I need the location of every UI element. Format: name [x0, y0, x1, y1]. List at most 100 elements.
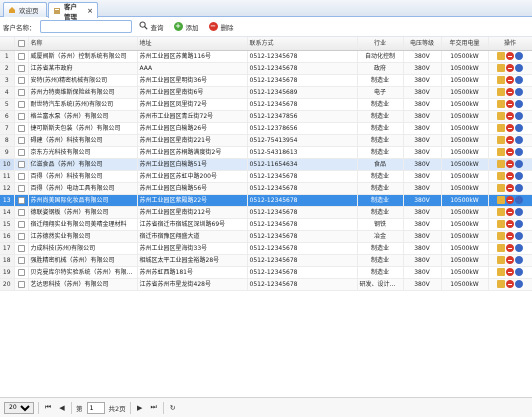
delete-row-icon[interactable] [506, 244, 514, 252]
column-voltage[interactable]: 电压等级 [403, 37, 442, 51]
row-checkbox[interactable] [14, 194, 29, 207]
user-icon[interactable] [515, 184, 523, 192]
table-row[interactable]: 6 格兰富水泵（苏州）有限公司 苏州市工业园区青丘街72号 0512-12347856… [0, 110, 532, 123]
user-icon[interactable] [515, 124, 523, 132]
table-row[interactable]: 2 江苏省某市政府 AAA 0512-12345678 政府 380V 10500kW [0, 62, 532, 75]
delete-row-icon[interactable] [506, 268, 514, 276]
row-checkbox[interactable] [14, 74, 29, 87]
user-icon[interactable] [515, 172, 523, 180]
user-icon[interactable] [515, 208, 523, 216]
table-row[interactable]: 11 百得（苏州）科技有限公司 苏州工业园区苏虹中路200号 0512-1234567… [0, 170, 532, 183]
user-icon[interactable] [515, 268, 523, 276]
table-row[interactable]: 19 贝克曼库尔特实验系统（苏州）有限公司 苏州苏虹西路181号 0512-12345… [0, 266, 532, 279]
user-icon[interactable] [515, 88, 523, 96]
delete-row-icon[interactable] [506, 196, 514, 204]
row-checkbox[interactable] [14, 158, 29, 171]
row-checkbox[interactable] [14, 146, 29, 159]
delete-row-icon[interactable] [506, 184, 514, 192]
edit-icon[interactable] [497, 256, 505, 264]
row-checkbox[interactable] [14, 182, 29, 195]
column-contact[interactable]: 联系方式 [247, 37, 358, 51]
delete-row-icon[interactable] [506, 256, 514, 264]
delete-row-icon[interactable] [506, 220, 514, 228]
edit-icon[interactable] [497, 196, 505, 204]
edit-icon[interactable] [497, 268, 505, 276]
edit-icon[interactable] [497, 52, 505, 60]
select-all-checkbox[interactable] [14, 37, 29, 51]
user-icon[interactable] [515, 52, 523, 60]
edit-icon[interactable] [497, 172, 505, 180]
delete-row-icon[interactable] [506, 124, 514, 132]
edit-icon[interactable] [497, 124, 505, 132]
edit-icon[interactable] [497, 148, 505, 156]
table-row[interactable]: 13 苏州尚美国际化妆品有限公司 苏州工业园区紫殿路22号 0512-12345678… [0, 194, 532, 207]
edit-icon[interactable] [497, 136, 505, 144]
edit-icon[interactable] [497, 88, 505, 96]
user-icon[interactable] [515, 64, 523, 72]
table-row[interactable]: 3 安特(苏州)精密机械有限公司 苏州工业园区星明街36号 0512-12345678… [0, 74, 532, 87]
delete-row-icon[interactable] [506, 88, 514, 96]
tab-customer-management[interactable]: 客户管理 × [48, 2, 98, 21]
row-checkbox[interactable] [14, 254, 29, 267]
column-annual-power[interactable]: 年交用电量 [441, 37, 489, 51]
user-icon[interactable] [515, 220, 523, 228]
user-icon[interactable] [515, 256, 523, 264]
add-button[interactable]: + 添加 [171, 20, 202, 34]
row-checkbox[interactable] [14, 170, 29, 183]
edit-icon[interactable] [497, 280, 505, 288]
edit-icon[interactable] [497, 220, 505, 228]
user-icon[interactable] [515, 196, 523, 204]
first-page-icon[interactable]: ⏮ [43, 403, 53, 412]
edit-icon[interactable] [497, 184, 505, 192]
table-row[interactable]: 16 江苏德然实业有限公司 宿迁市宿豫区翔盛大道 0512-12345678 冶金 380… [0, 230, 532, 243]
table-row[interactable]: 14 德联姿钢板（苏州）有限公司 苏州工业园区星南街212号 0512-1234567… [0, 206, 532, 219]
current-page-input[interactable] [86, 401, 105, 414]
table-row[interactable]: 17 力成科技(苏州)有限公司 苏州工业园区星海街33号 0512-12345678 制… [0, 242, 532, 255]
table-row[interactable]: 10 亿滋食品（苏州）有限公司 苏州工业园区白榆路51号 0512-11654634 食… [0, 158, 532, 171]
user-icon[interactable] [515, 148, 523, 156]
table-row[interactable]: 4 苏州力特奥维斯保险丝有限公司 苏州工业园区星南街6号 0512-12345689 电… [0, 86, 532, 99]
user-icon[interactable] [515, 112, 523, 120]
row-checkbox[interactable] [14, 218, 29, 231]
delete-row-icon[interactable] [506, 208, 514, 216]
tab-welcome[interactable]: 欢迎页 [3, 2, 47, 17]
user-icon[interactable] [515, 232, 523, 240]
delete-button[interactable]: − 删除 [206, 20, 237, 34]
edit-icon[interactable] [497, 232, 505, 240]
row-checkbox[interactable] [14, 122, 29, 135]
column-name[interactable]: 名称 [28, 37, 138, 51]
row-checkbox[interactable] [14, 98, 29, 111]
user-icon[interactable] [515, 136, 523, 144]
table-row[interactable]: 7 捷可斯斯夫包装（苏州）有限公司 苏州工业园区白榆路26号 0512-1237865… [0, 122, 532, 135]
user-icon[interactable] [515, 76, 523, 84]
table-row[interactable]: 9 京东方光科技有限公司 苏州工业园区苏桐路满度街2号 0512-54318613 制造… [0, 146, 532, 159]
row-checkbox[interactable] [14, 50, 29, 63]
table-row[interactable]: 8 碍建（苏州）科技有限公司 苏州工业园区星南街221号 0512-75413954 制… [0, 134, 532, 147]
delete-row-icon[interactable] [506, 280, 514, 288]
user-icon[interactable] [515, 160, 523, 168]
delete-row-icon[interactable] [506, 172, 514, 180]
customer-name-input[interactable] [39, 20, 132, 33]
delete-row-icon[interactable] [506, 100, 514, 108]
edit-icon[interactable] [497, 100, 505, 108]
edit-icon[interactable] [497, 64, 505, 72]
row-checkbox[interactable] [14, 134, 29, 147]
delete-row-icon[interactable] [506, 64, 514, 72]
edit-icon[interactable] [497, 208, 505, 216]
next-page-icon[interactable]: ▶ [135, 404, 145, 412]
prev-page-icon[interactable]: ◀ [57, 404, 67, 412]
table-row[interactable]: 5 耐世特汽车系统(苏州)有限公司 苏州工业园区凤里街72号 0512-1234567… [0, 98, 532, 111]
table-row[interactable]: 1 威厦阀斯（苏州）控制系统有限公司 苏州工业园区苏蓠路116号 0512-12345… [0, 50, 532, 63]
delete-row-icon[interactable] [506, 76, 514, 84]
user-icon[interactable] [515, 280, 523, 288]
delete-row-icon[interactable] [506, 136, 514, 144]
edit-icon[interactable] [497, 244, 505, 252]
row-checkbox[interactable] [14, 86, 29, 99]
user-icon[interactable] [515, 244, 523, 252]
user-icon[interactable] [515, 100, 523, 108]
delete-row-icon[interactable] [506, 52, 514, 60]
delete-row-icon[interactable] [506, 160, 514, 168]
table-row[interactable]: 12 百得（苏州）电动工具有限公司 苏州工业园区白榆路56号 0512-1234567… [0, 182, 532, 195]
row-checkbox[interactable] [14, 242, 29, 255]
table-row[interactable]: 20 艺达思科技（苏州）有限公司 江苏省苏州市星龙街428号 0512-1234567… [0, 278, 532, 291]
